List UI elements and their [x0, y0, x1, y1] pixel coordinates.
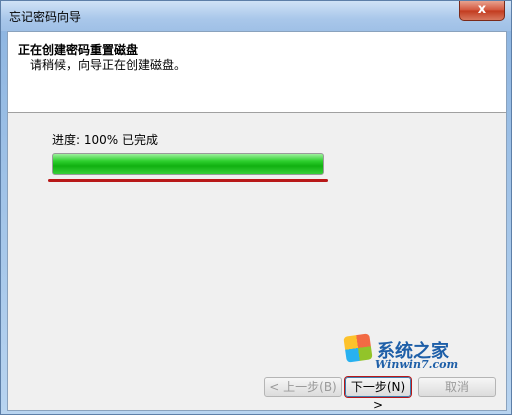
back-button[interactable]: < 上一步(B): [264, 377, 342, 397]
window-title: 忘记密码向导: [9, 10, 82, 24]
cancel-button[interactable]: 取消: [418, 377, 496, 397]
close-button[interactable]: x: [459, 1, 505, 21]
wizard-header: 正在创建密码重置磁盘 请稍候，向导正在创建磁盘。: [8, 32, 506, 113]
annotation-underline: [48, 179, 328, 182]
wizard-window: 忘记密码向导 x 正在创建密码重置磁盘 请稍候，向导正在创建磁盘。 进度: 10…: [0, 0, 512, 415]
title-bar[interactable]: 忘记密码向导 x: [1, 1, 511, 31]
page-subheading: 请稍候，向导正在创建磁盘。: [30, 58, 187, 72]
next-button[interactable]: 下一步(N) >: [345, 377, 411, 412]
progress-bar: [52, 153, 324, 175]
progress-label: 进度: 100% 已完成: [52, 133, 158, 147]
close-icon: x: [477, 2, 487, 17]
progress-bar-fill: [53, 154, 323, 174]
wizard-client-area: 正在创建密码重置磁盘 请稍候，向导正在创建磁盘。 进度: 100% 已完成 < …: [7, 31, 507, 412]
